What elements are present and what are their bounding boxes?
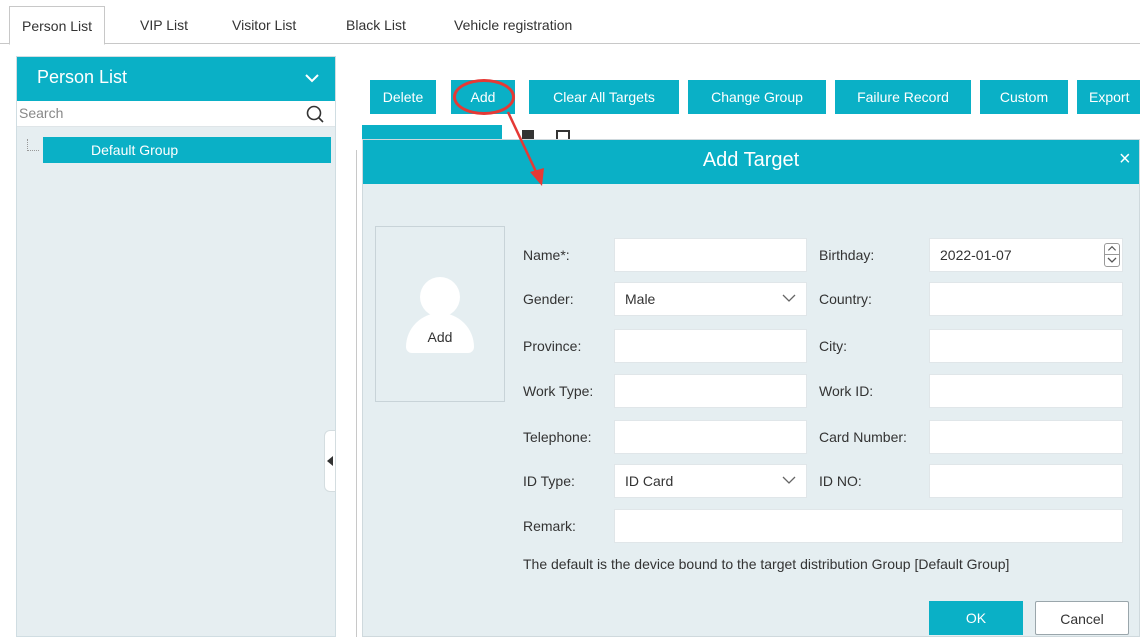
cancel-button[interactable]: Cancel (1035, 601, 1129, 635)
tree-connector (27, 139, 39, 151)
gender-value: Male (625, 291, 656, 307)
search-icon[interactable] (305, 104, 325, 124)
failure-record-button[interactable]: Failure Record (835, 80, 971, 114)
dialog-title: Add Target (702, 149, 800, 171)
collapse-arrow-icon (327, 456, 333, 466)
ok-button[interactable]: OK (929, 601, 1023, 635)
add-target-dialog: Add Target × Add Name*: Birthday: 2022-0… (362, 139, 1140, 637)
province-label: Province: (523, 338, 582, 354)
tab-person-list[interactable]: Person List (9, 6, 106, 45)
panel-title: Person List (37, 67, 128, 87)
close-icon[interactable]: × (1119, 148, 1137, 172)
work-id-label: Work ID: (819, 383, 874, 399)
card-number-label: Card Number: (819, 429, 907, 445)
spinner-icon[interactable] (1104, 243, 1120, 267)
birthday-field[interactable]: 2022-01-07 (929, 238, 1123, 272)
tab-black-list[interactable]: Black List (334, 6, 418, 44)
person-avatar-icon (420, 277, 460, 317)
gender-label: Gender: (523, 291, 574, 307)
country-field[interactable] (929, 282, 1123, 316)
chevron-down-icon[interactable] (303, 69, 321, 87)
panel-header[interactable]: Person List (17, 57, 335, 101)
photo-upload-box[interactable]: Add (375, 226, 505, 402)
remark-field[interactable] (614, 509, 1123, 543)
name-label: Name*: (523, 247, 570, 263)
default-group-note: The default is the device bound to the t… (523, 556, 1010, 572)
spinner-down-icon[interactable] (1105, 255, 1119, 266)
annotation-circle (453, 79, 515, 115)
work-type-field[interactable] (614, 374, 807, 408)
clear-all-targets-button[interactable]: Clear All Targets (529, 80, 679, 114)
delete-button[interactable]: Delete (370, 80, 436, 114)
birthday-value: 2022-01-07 (940, 247, 1012, 263)
tab-visitor-list[interactable]: Visitor List (220, 6, 308, 44)
custom-button[interactable]: Custom (980, 80, 1068, 114)
birthday-label: Birthday: (819, 247, 875, 263)
search-placeholder: Search (19, 105, 64, 121)
id-no-field[interactable] (929, 464, 1123, 498)
id-type-select[interactable]: ID Card (614, 464, 807, 498)
chevron-down-icon (782, 476, 796, 484)
search-input[interactable]: Search (17, 101, 335, 127)
remark-label: Remark: (523, 518, 576, 534)
work-type-label: Work Type: (523, 383, 594, 399)
chevron-down-icon (782, 294, 796, 302)
dialog-header: Add Target × (363, 140, 1139, 184)
collapse-panel-handle[interactable] (324, 430, 336, 492)
partially-hidden-button[interactable] (362, 125, 502, 139)
tab-vehicle-registration[interactable]: Vehicle registration (442, 6, 584, 44)
export-button[interactable]: Export (1077, 80, 1140, 114)
province-field[interactable] (614, 329, 807, 363)
add-photo-label: Add (427, 329, 453, 345)
person-list-panel: Person List Search Default Group (16, 56, 336, 637)
name-field[interactable] (614, 238, 807, 272)
telephone-field[interactable] (614, 420, 807, 454)
change-group-button[interactable]: Change Group (688, 80, 826, 114)
work-id-field[interactable] (929, 374, 1123, 408)
group-item-default[interactable]: Default Group (43, 137, 331, 163)
id-type-value: ID Card (625, 473, 674, 489)
content-divider (356, 150, 357, 637)
id-type-label: ID Type: (523, 473, 575, 489)
tab-vip-list[interactable]: VIP List (128, 6, 200, 44)
city-field[interactable] (929, 329, 1123, 363)
id-no-label: ID NO: (819, 473, 862, 489)
city-label: City: (819, 338, 847, 354)
telephone-label: Telephone: (523, 429, 592, 445)
gender-select[interactable]: Male (614, 282, 807, 316)
top-tab-bar: Person List VIP List Visitor List Black … (0, 6, 1140, 45)
card-number-field[interactable] (929, 420, 1123, 454)
country-label: Country: (819, 291, 872, 307)
spinner-up-icon[interactable] (1105, 244, 1119, 255)
